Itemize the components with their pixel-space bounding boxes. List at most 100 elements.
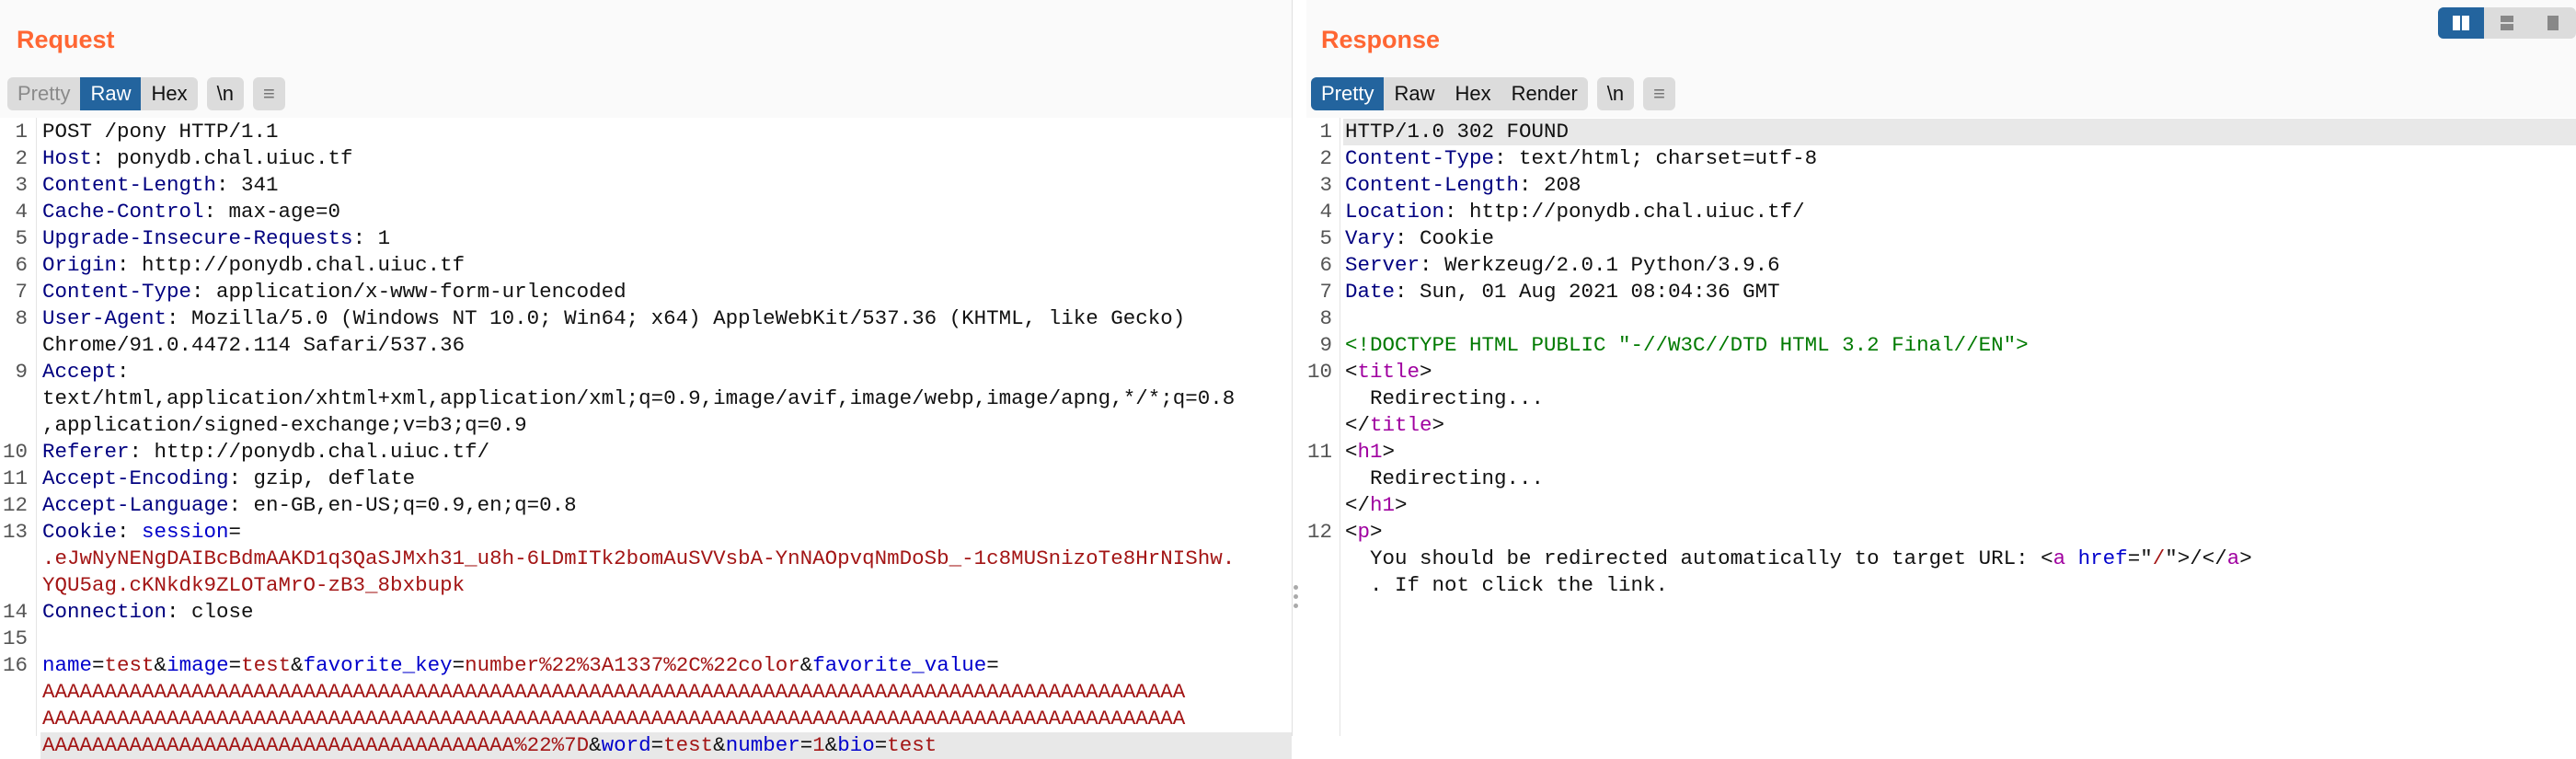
code-token: h1 xyxy=(1357,440,1383,464)
code-token: test xyxy=(104,653,155,677)
response-newline-toggle[interactable]: \n xyxy=(1597,77,1634,110)
line-number: 9 xyxy=(1319,333,1332,357)
code-line: 7 Content-Type: application/x-www-form-ur… xyxy=(15,279,1292,305)
code-token: & xyxy=(824,733,838,757)
tab-pretty[interactable]: Pretty xyxy=(7,77,80,110)
code-token: favorite_key xyxy=(303,653,453,677)
response-menu-button[interactable]: ≡ xyxy=(1643,77,1675,110)
code-line: 8 User-Agent: Mozilla/5.0 (Windows NT 10.… xyxy=(15,305,1292,332)
code-token: 1 xyxy=(812,733,825,757)
code-line: 11 Accept-Encoding: gzip, deflate xyxy=(3,466,1292,492)
line-number: 7 xyxy=(1319,280,1332,304)
code-token: User-Agent xyxy=(42,306,167,330)
code-token: test xyxy=(887,733,937,757)
code-token: <!DOCTYPE HTML PUBLIC "-//W3C//DTD HTML … xyxy=(1345,333,2029,357)
line-number: 8 xyxy=(15,306,28,330)
code-token: = xyxy=(228,520,242,544)
response-header: Response Pretty Raw Hex Render \n ≡ xyxy=(1306,0,2576,118)
code-token: =" xyxy=(2127,546,2153,570)
drag-handle[interactable] xyxy=(1294,585,1299,613)
request-pane: Request Pretty Raw Hex \n ≡ 1 POST /pony HT… xyxy=(0,0,1298,759)
code-line: ,application/signed-exchange;v=b3;q=0.9 xyxy=(40,412,1292,439)
code-token: > xyxy=(1395,493,1408,517)
code-line: YQU5ag.cKNkdk9ZLOTaMrO-zB3_8bxbupk xyxy=(40,572,1292,599)
request-header: Request Pretty Raw Hex \n ≡ xyxy=(0,0,1292,118)
code-line: 10 <title> xyxy=(1307,359,2576,385)
tab-hex[interactable]: Hex xyxy=(141,77,197,110)
request-newline-toggle[interactable]: \n xyxy=(207,77,244,110)
code-token: Date xyxy=(1345,280,1396,304)
code-token: & xyxy=(589,733,602,757)
code-token: = xyxy=(874,733,888,757)
code-token: number%22%3A1337%2C%22color xyxy=(465,653,800,677)
code-token: Location xyxy=(1345,200,1445,224)
request-editor[interactable]: 1 POST /pony HTTP/1.1 2 Host: ponydb.chal.u… xyxy=(0,118,1292,759)
code-token: favorite_value xyxy=(812,653,987,677)
code-line: 14 Connection: close xyxy=(3,599,1292,626)
code-token: = xyxy=(452,653,466,677)
line-number: 9 xyxy=(15,360,28,384)
tab-raw[interactable]: Raw xyxy=(1384,77,1444,110)
code-token: : http://ponydb.chal.uiuc.tf/ xyxy=(129,440,490,464)
line-number: 10 xyxy=(2,440,28,464)
request-view-tabs: Pretty Raw Hex xyxy=(7,77,198,110)
line-number: 2 xyxy=(1319,146,1332,170)
tab-raw[interactable]: Raw xyxy=(80,77,142,110)
code-token: h1 xyxy=(1370,493,1396,517)
line-number: 4 xyxy=(15,200,28,224)
code-line: 16 name=test&image=test&favorite_key=numb… xyxy=(3,652,1292,679)
code-token: AAAAAAAAAAAAAAAAAAAAAAAAAAAAAAAAAAAAAAAA… xyxy=(42,707,1186,730)
code-token: .eJwNyNENgDAIBcBdmAAKD1q3QaSJMxh31_u8h-6… xyxy=(42,546,1236,570)
code-token: </ xyxy=(1345,413,1371,437)
code-token: : Sun, 01 Aug 2021 08:04:36 GMT xyxy=(1395,280,1780,304)
code-token: : max-age=0 xyxy=(203,200,341,224)
tab-pretty[interactable]: Pretty xyxy=(1311,77,1385,110)
code-token: Host xyxy=(42,146,93,170)
code-token: Vary xyxy=(1345,226,1396,250)
code-token: > xyxy=(1382,440,1396,464)
code-token: word xyxy=(601,733,651,757)
hamburger-icon: ≡ xyxy=(262,82,275,105)
code-token: : http://ponydb.chal.uiuc.tf xyxy=(117,253,466,277)
line-number: 1 xyxy=(15,120,28,144)
code-line: 5 Upgrade-Insecure-Requests: 1 xyxy=(15,225,1292,252)
code-token: Content-Type xyxy=(1345,146,1495,170)
response-pane: Response Pretty Raw Hex Render \n ≡ 1 HTTP/1… xyxy=(1306,0,2576,736)
code-line: You should be redirected automatically t… xyxy=(1343,546,2576,572)
line-number: 5 xyxy=(15,226,28,250)
code-token: : Cookie xyxy=(1395,226,1495,250)
code-token: & xyxy=(154,653,167,677)
code-token: </ xyxy=(1345,493,1371,517)
response-editor[interactable]: 1 HTTP/1.0 302 FOUND 2 Content-Type: text/h… xyxy=(1306,118,2576,736)
layout-toggle xyxy=(2438,7,2576,39)
code-line: 8 xyxy=(1319,305,2576,332)
code-token: Origin xyxy=(42,253,118,277)
request-menu-button[interactable]: ≡ xyxy=(253,77,285,110)
code-line: 4 Cache-Control: max-age=0 xyxy=(15,199,1292,225)
tab-render[interactable]: Render xyxy=(1501,77,1588,110)
single-pane-button[interactable] xyxy=(2530,7,2576,39)
code-token: : en-GB,en-US;q=0.9,en;q=0.8 xyxy=(228,493,577,517)
code-token: . If not click the link. xyxy=(1345,573,1669,597)
code-token: bio xyxy=(837,733,875,757)
code-token: session xyxy=(142,520,229,544)
line-number: 8 xyxy=(1319,306,1332,330)
line-number: 10 xyxy=(1306,360,1332,384)
line-number: 7 xyxy=(15,280,28,304)
line-number: 16 xyxy=(2,653,28,677)
code-token: < xyxy=(1345,360,1358,384)
line-number: 11 xyxy=(1306,440,1332,464)
response-title: Response xyxy=(1321,26,1441,53)
code-line: 3 Content-Length: 341 xyxy=(15,172,1292,199)
code-token: Content-Type xyxy=(42,280,192,304)
code-line: 6 Server: Werkzeug/2.0.1 Python/3.9.6 xyxy=(1319,252,2576,279)
stacked-button[interactable] xyxy=(2484,7,2530,39)
tab-hex[interactable]: Hex xyxy=(1444,77,1501,110)
code-token: : application/x-www-form-urlencoded xyxy=(191,280,627,304)
request-toolbar: Pretty Raw Hex \n ≡ xyxy=(7,77,285,110)
code-token: Connection xyxy=(42,600,167,624)
code-line: </h1> xyxy=(1343,492,2576,519)
side-by-side-button[interactable] xyxy=(2438,7,2484,39)
code-token: : Werkzeug/2.0.1 Python/3.9.6 xyxy=(1420,253,1780,277)
